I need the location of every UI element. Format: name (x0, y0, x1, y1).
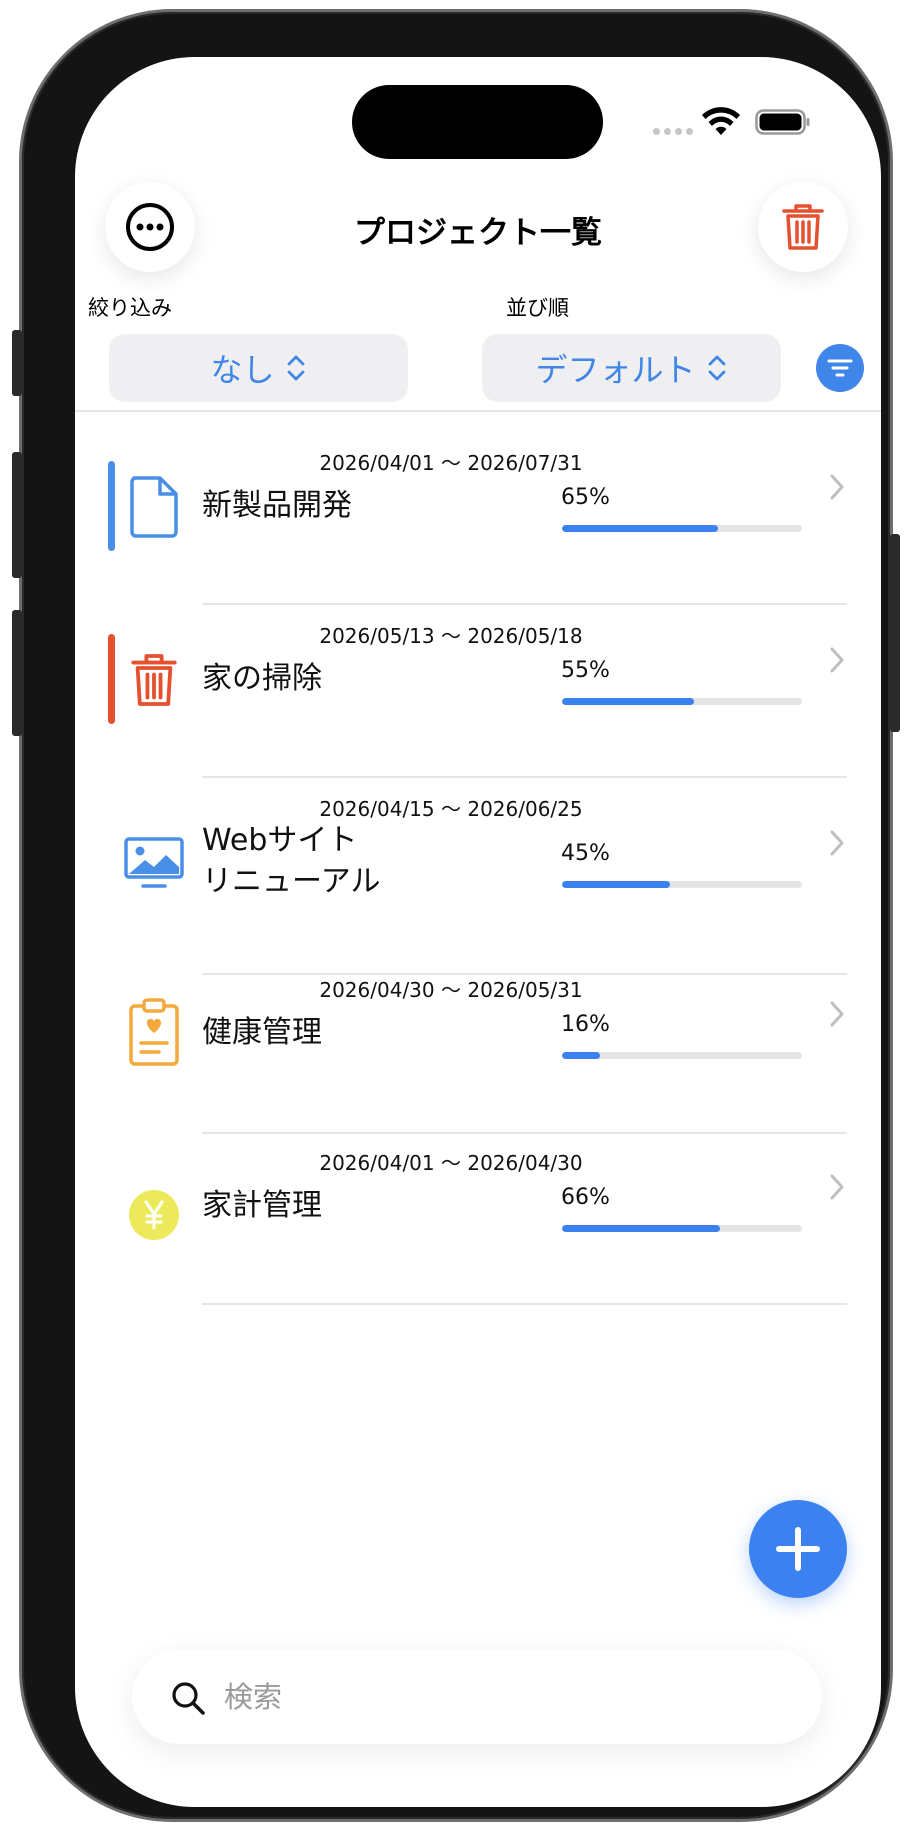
progress-bar (562, 1225, 802, 1232)
wifi-icon (702, 107, 740, 135)
progress-bar (562, 698, 802, 705)
divider (75, 410, 881, 412)
progress-label: 45% (561, 841, 610, 866)
monitor-image-icon (123, 826, 185, 900)
chevron-right-icon (830, 1001, 844, 1027)
progress-bar (562, 881, 802, 888)
progress-label: 66% (561, 1185, 610, 1210)
project-name: Webサイト リニューアル (202, 823, 381, 899)
phone-frame: プロジェクト一覧 絞り込み 並び順 なし デフォルト 2026/04/01 〜 … (12, 12, 900, 1819)
project-dates: 2026/04/01 〜 2026/04/30 (319, 1151, 583, 1175)
project-dates: 2026/04/01 〜 2026/07/31 (319, 451, 583, 475)
project-name: 健康管理 (202, 1015, 322, 1050)
project-row[interactable]: 2026/04/15 〜 2026/06/25 Webサイト リニューアル 45… (75, 793, 881, 975)
color-accent-bar (108, 634, 115, 724)
document-icon (123, 470, 185, 544)
sort-label: 並び順 (506, 296, 569, 320)
chevron-right-icon (830, 647, 844, 673)
progress-label: 16% (561, 1012, 610, 1037)
add-project-button[interactable] (749, 1500, 847, 1598)
search-input[interactable] (224, 1672, 784, 1722)
progress-bar-fill (562, 1052, 601, 1059)
project-name: 家計管理 (202, 1188, 322, 1223)
project-name: 新製品開発 (202, 488, 352, 523)
progress-label: 55% (561, 658, 610, 683)
row-separator (202, 603, 847, 605)
chevron-up-down-icon (708, 355, 725, 381)
action-button (12, 330, 22, 396)
search-bar[interactable] (132, 1650, 822, 1744)
sort-select[interactable]: デフォルト (482, 334, 781, 402)
progress-bar (562, 1052, 802, 1059)
progress-label: 65% (561, 485, 610, 510)
progress-bar (562, 525, 802, 532)
clipboard-heart-icon (123, 995, 185, 1069)
project-row[interactable]: 2026/04/01 〜 2026/07/31 新製品開発 65% (75, 447, 881, 605)
screen: プロジェクト一覧 絞り込み 並び順 なし デフォルト 2026/04/01 〜 … (75, 57, 881, 1807)
chevron-up-down-icon (287, 355, 304, 381)
sort-order-button[interactable] (816, 344, 864, 392)
progress-bar-fill (562, 881, 670, 888)
filter-label: 絞り込み (88, 296, 172, 320)
row-separator (202, 1303, 847, 1305)
project-row[interactable]: 2026/04/01 〜 2026/04/30 家計管理 66% (75, 1147, 881, 1305)
trash-icon (123, 643, 185, 717)
project-name: 家の掃除 (202, 661, 322, 696)
chevron-right-icon (830, 830, 844, 856)
sort-value: デフォルト (535, 351, 696, 389)
cellular-signal-icon (653, 128, 693, 135)
progress-bar-fill (562, 698, 694, 705)
volume-up-button (12, 452, 22, 578)
filter-select[interactable]: なし (109, 334, 408, 402)
project-dates: 2026/04/15 〜 2026/06/25 (319, 797, 583, 821)
plus-icon (776, 1527, 820, 1571)
color-accent-bar (108, 461, 115, 551)
project-dates: 2026/05/13 〜 2026/05/18 (319, 624, 583, 648)
project-row[interactable]: 2026/05/13 〜 2026/05/18 家の掃除 55% (75, 620, 881, 778)
battery-icon (755, 109, 810, 135)
line-decrease-icon (827, 359, 853, 377)
filter-value: なし (210, 351, 275, 389)
search-icon (172, 1682, 205, 1715)
delete-button[interactable] (758, 182, 848, 272)
chevron-right-icon (830, 474, 844, 500)
row-separator (202, 1132, 847, 1134)
chevron-right-icon (830, 1174, 844, 1200)
project-row[interactable]: 2026/04/30 〜 2026/05/31 健康管理 16% (75, 974, 881, 1134)
project-dates: 2026/04/30 〜 2026/05/31 (319, 978, 583, 1002)
volume-down-button (12, 610, 22, 736)
progress-bar-fill (562, 1225, 721, 1232)
dynamic-island (352, 85, 603, 159)
yen-circle-icon (123, 1178, 185, 1252)
trash-icon (782, 204, 824, 250)
power-button (890, 534, 900, 732)
row-separator (202, 776, 847, 778)
progress-bar-fill (562, 525, 718, 532)
